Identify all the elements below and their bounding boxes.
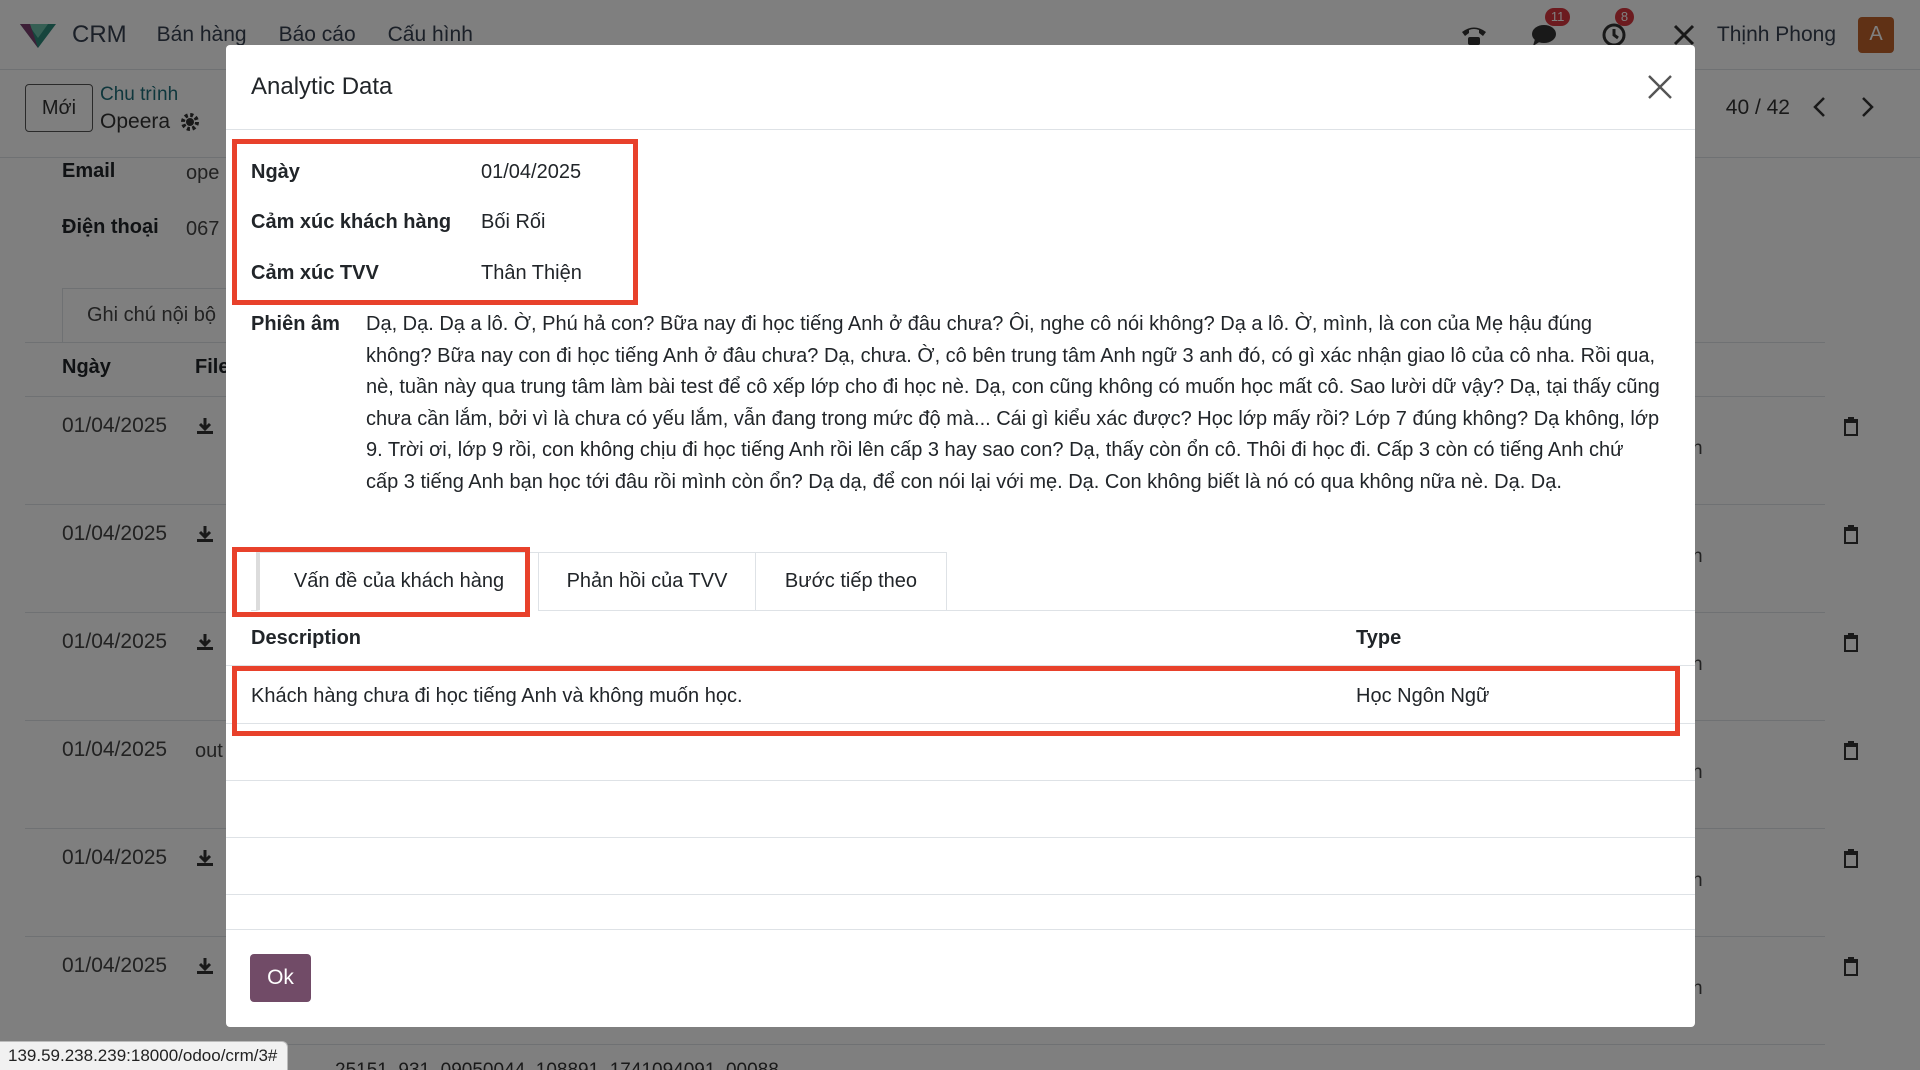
modal-header: Analytic Data bbox=[226, 45, 1695, 130]
close-icon[interactable] bbox=[1646, 73, 1674, 101]
table-divider bbox=[226, 723, 1695, 724]
status-url: 139.59.238.239:18000/odoo/crm/3# bbox=[0, 1041, 289, 1070]
customer-emotion-label: Cảm xúc khách hàng bbox=[251, 211, 452, 233]
tab-next-steps[interactable]: Bước tiếp theo bbox=[755, 552, 947, 611]
agent-emotion-value: Thân Thiện bbox=[481, 262, 582, 284]
transcript-text: Dạ, Dạ. Dạ a lô. Ờ, Phú hả con? Bữa nay … bbox=[366, 313, 1660, 493]
modal-title: Analytic Data bbox=[251, 73, 393, 100]
table-divider bbox=[226, 780, 1695, 781]
tab-customer-issues[interactable]: Vấn đề của khách hàng bbox=[256, 552, 539, 611]
ok-button[interactable]: Ok bbox=[250, 954, 311, 1002]
row-description: Khách hàng chưa đi học tiếng Anh và khôn… bbox=[251, 685, 743, 707]
column-description[interactable]: Description bbox=[251, 627, 361, 650]
tab-agent-feedback[interactable]: Phản hồi của TVV bbox=[538, 552, 756, 611]
date-value: 01/04/2025 bbox=[481, 161, 582, 183]
analysis-tabs: Vấn đề của khách hàng Phản hồi của TVV B… bbox=[251, 552, 1695, 611]
table-divider bbox=[226, 837, 1695, 838]
transcript-label: Phiên âm bbox=[251, 313, 340, 335]
agent-emotion-label: Cảm xúc TVV bbox=[251, 262, 379, 284]
table-divider bbox=[226, 665, 1695, 666]
modal-footer-divider bbox=[226, 929, 1695, 930]
column-type[interactable]: Type bbox=[1356, 627, 1401, 650]
table-divider bbox=[226, 894, 1695, 895]
customer-emotion-value: Bối Rối bbox=[481, 211, 546, 233]
row-type: Học Ngôn Ngữ bbox=[1356, 685, 1490, 707]
analytic-data-dialog: Analytic Data Ngày 01/04/2025 Cảm xúc kh… bbox=[226, 45, 1695, 1027]
date-label: Ngày bbox=[251, 161, 300, 183]
